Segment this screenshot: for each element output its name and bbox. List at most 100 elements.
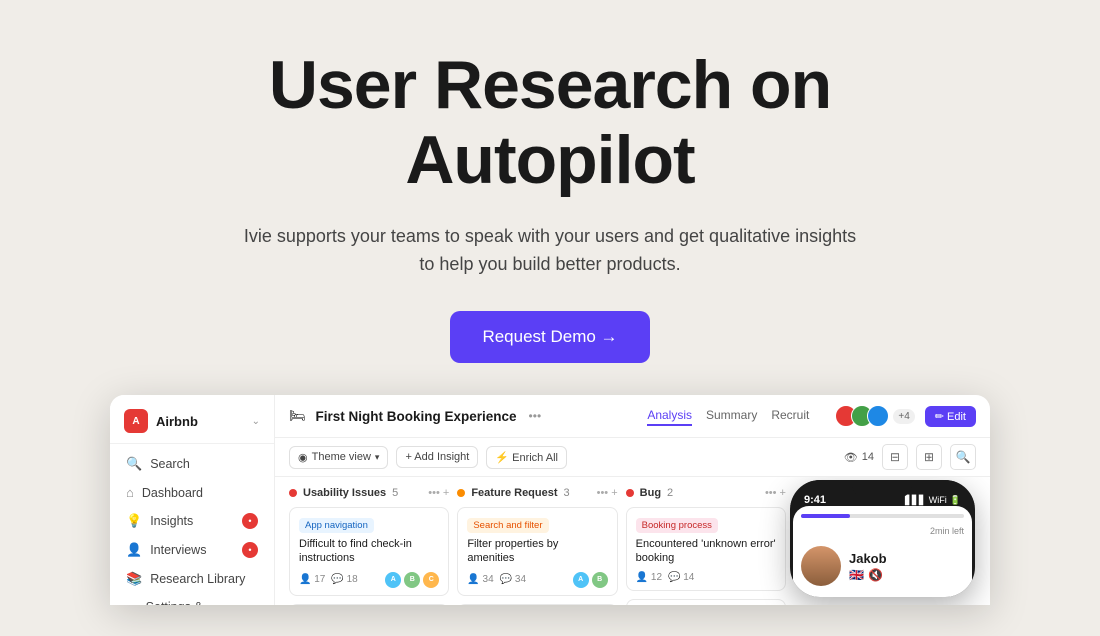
grid-icon: ⊞	[924, 450, 934, 464]
sidebar-brand[interactable]: A Airbnb ⌄	[110, 405, 274, 444]
sidebar-label-interviews: Interviews	[150, 543, 206, 557]
card-map-loading: Listings page Map not loading on listing…	[626, 599, 786, 605]
battery-icon: 🔋	[950, 495, 961, 506]
hero-title-line2: Autopilot	[405, 122, 694, 198]
kanban-column-feature: Feature Request 3 ••• + Search and filte…	[453, 485, 621, 597]
column-header-feature: Feature Request 3 ••• +	[457, 485, 617, 503]
phone-status-icons: ▋▋▋ WiFi 🔋	[905, 495, 961, 506]
sidebar-label-insights: Insights	[150, 514, 193, 528]
card-stat-comments1: 💬 18	[331, 574, 357, 585]
hero-section: User Research on Autopilot Ivie supports…	[0, 0, 1100, 395]
library-icon: 📚	[126, 571, 142, 587]
usability-title: Usability Issues	[303, 487, 386, 499]
phone-time: 9:41	[804, 494, 826, 506]
bug-dot	[626, 489, 634, 497]
column-actions-bug[interactable]: ••• +	[765, 487, 786, 499]
card-unknown-error: Booking process Encountered 'unknown err…	[626, 507, 786, 591]
usability-dot	[289, 489, 297, 497]
sidebar-item-research-library[interactable]: 📚 Research Library	[118, 565, 266, 593]
column-header-bug: Bug 2 ••• +	[626, 485, 786, 503]
interviews-badge: •	[242, 542, 258, 558]
phone-progress-fill	[801, 514, 850, 518]
phone-user-info: Jakob 🇬🇧 🔇	[849, 551, 887, 582]
theme-view-button[interactable]: ◉ Theme view ▾	[289, 446, 388, 469]
card-stat-comments5: 💬 14	[668, 572, 694, 583]
main-content: 🛏 First Night Booking Experience ••• Ana…	[275, 395, 990, 605]
sidebar-label-search: Search	[150, 457, 190, 471]
column-actions-usability[interactable]: ••• +	[428, 487, 449, 499]
toolbar: ◉ Theme view ▾ + Add Insight ⚡ Enrich Al…	[275, 438, 990, 477]
avatar-3	[867, 405, 889, 427]
tab-summary[interactable]: Summary	[706, 406, 757, 426]
sidebar-nav: 🔍 Search ⌂ Dashboard 💡 Insights • 👤 Inte…	[110, 450, 274, 605]
toolbar-right: 👁 14 ⊟ ⊞ 🔍	[844, 444, 976, 470]
filter-button[interactable]: ⊟	[882, 444, 908, 470]
hero-subtitle: Ivie supports your teams to speak with y…	[240, 222, 860, 280]
eye-icon: 👁	[844, 451, 858, 464]
grid-button[interactable]: ⊞	[916, 444, 942, 470]
sidebar-item-insights[interactable]: 💡 Insights •	[118, 507, 266, 535]
card-tag-booking-proc: Booking process	[636, 518, 718, 533]
filter-icon: ⊟	[890, 450, 900, 464]
phone-user-row: Jakob 🇬🇧 🔇	[801, 542, 964, 590]
search-icon: 🔍	[126, 456, 142, 472]
card-footer-checkin: 👤 17 💬 18 A B C	[299, 572, 439, 588]
mute-icon: 🔇	[868, 568, 883, 582]
phone-avatar-inner	[801, 546, 841, 586]
dashboard-icon: ⌂	[126, 485, 134, 500]
hero-title-line1: User Research on	[269, 47, 831, 123]
column-actions-feature[interactable]: ••• +	[597, 487, 618, 499]
phone-mockup: 9:41 ▋▋▋ WiFi 🔋 2min left	[790, 480, 975, 597]
card-tag-search: Search and filter	[467, 518, 548, 533]
card-avatar-1: A	[385, 572, 401, 588]
card-avatar-3: C	[423, 572, 439, 588]
bug-count: 2	[667, 487, 673, 499]
insight-count-badge: 👁 14	[844, 451, 874, 464]
add-insight-button[interactable]: + Add Insight	[396, 446, 478, 468]
insight-count: 14	[862, 451, 874, 463]
search-icon: 🔍	[956, 450, 971, 464]
sidebar: A Airbnb ⌄ 🔍 Search ⌂ Dashboard 💡 Insigh…	[110, 395, 275, 605]
sidebar-item-interviews[interactable]: 👤 Interviews •	[118, 536, 266, 564]
brand-name: Airbnb	[156, 414, 198, 429]
card-title-checkin: Difficult to find check-in instructions	[299, 537, 439, 566]
enrich-all-label: ⚡ Enrich All	[495, 451, 558, 464]
card-checkin: App navigation Difficult to find check-i…	[289, 507, 449, 596]
card-stat-users3: 👤 34	[467, 574, 493, 585]
sidebar-label-research-library: Research Library	[150, 572, 245, 586]
edit-button[interactable]: ✏ Edit	[925, 406, 976, 427]
tab-analysis[interactable]: Analysis	[647, 406, 692, 426]
interviews-icon: 👤	[126, 542, 142, 558]
brand-logo: A	[124, 409, 148, 433]
phone-notch	[852, 480, 912, 498]
feature-count: 3	[564, 487, 570, 499]
add-insight-label: + Add Insight	[405, 451, 469, 463]
request-demo-button[interactable]: Request Demo →	[450, 311, 649, 363]
phone-avatar	[801, 546, 841, 586]
header-tabs: Analysis Summary Recruit	[647, 406, 809, 426]
project-dots-menu[interactable]: •••	[529, 409, 542, 423]
search-button[interactable]: 🔍	[950, 444, 976, 470]
sidebar-item-dashboard[interactable]: ⌂ Dashboard	[118, 479, 266, 506]
enrich-all-button[interactable]: ⚡ Enrich All	[486, 446, 567, 469]
phone-user-name: Jakob	[849, 551, 887, 566]
main-header: 🛏 First Night Booking Experience ••• Ana…	[275, 395, 990, 438]
sidebar-item-search[interactable]: 🔍 Search	[118, 450, 266, 478]
card-tag-app-nav: App navigation	[299, 518, 374, 533]
card-stat-users5: 👤 12	[636, 572, 662, 583]
insights-icon: 💡	[126, 513, 142, 529]
bug-title: Bug	[640, 487, 661, 499]
avatar-count: +4	[893, 409, 914, 424]
card-title-amenities: Filter properties by amenities	[467, 537, 607, 566]
sidebar-label-dashboard: Dashboard	[142, 486, 203, 500]
tab-recruit[interactable]: Recruit	[771, 406, 809, 426]
card-title-unknown-error: Encountered 'unknown error' booking	[636, 537, 776, 566]
column-header-usability: Usability Issues 5 ••• +	[289, 485, 449, 503]
phone-content: 2min left Jakob 🇬🇧 🔇	[793, 506, 972, 597]
chevron-down-icon: ⌄	[252, 416, 260, 427]
wifi-icon: WiFi	[929, 495, 947, 505]
project-title: First Night Booking Experience	[316, 409, 517, 424]
kanban-column-bug: Bug 2 ••• + Booking process Encountered …	[622, 485, 790, 597]
sidebar-item-settings[interactable]: ⚙ Settings & members	[118, 594, 266, 605]
phone-timer: 2min left	[801, 526, 964, 536]
